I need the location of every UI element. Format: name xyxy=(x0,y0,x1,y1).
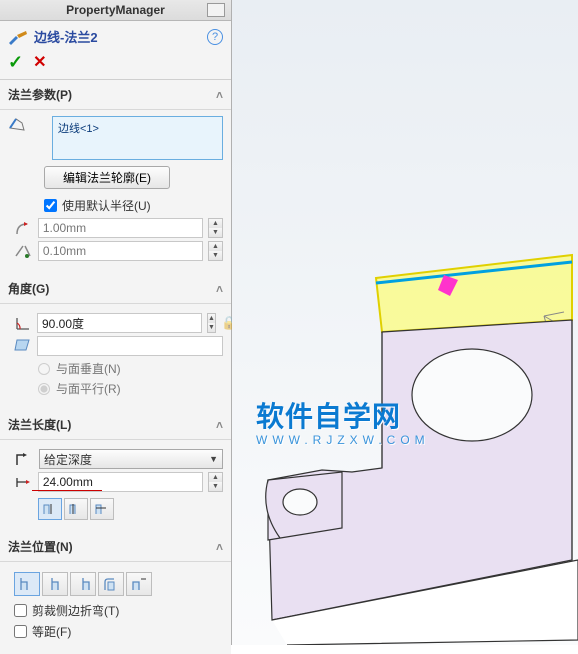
edit-flange-profile-button[interactable]: 编辑法兰轮廓(E) xyxy=(44,166,170,189)
end-condition-icon xyxy=(14,450,34,468)
collapse-icon: ˄ xyxy=(216,418,223,432)
section-position-head[interactable]: 法兰位置(N) ˄ xyxy=(0,532,231,562)
parallel-radio-input[interactable] xyxy=(38,383,50,395)
length-value-row: ▲▼ xyxy=(14,472,223,492)
angle-row: ▲▼ 🔒 xyxy=(14,313,223,333)
edge-selection-list[interactable]: 边线<1> xyxy=(52,116,223,160)
section-position-body: 剪裁侧边折弯(T) 等距(F) xyxy=(0,562,231,654)
edge-flange-icon xyxy=(8,29,28,45)
equal-offset-input[interactable] xyxy=(14,625,27,638)
help-icon[interactable]: ? xyxy=(207,29,223,45)
length-icon xyxy=(14,473,33,491)
feature-title: 边线-法兰2 xyxy=(34,27,98,46)
section-angle-body: ▲▼ 🔒 与面垂直(N) 与面平行(R) xyxy=(0,304,231,410)
watermark-main: 软件自学网 xyxy=(256,401,401,432)
angle-face-input[interactable] xyxy=(37,336,223,356)
collapse-icon: ˄ xyxy=(216,282,223,296)
cancel-button[interactable]: ✕ xyxy=(33,52,46,73)
length-input[interactable] xyxy=(38,472,203,492)
pin-icon[interactable] xyxy=(207,3,225,17)
dropdown-arrow-icon: ▼ xyxy=(209,454,218,464)
trim-side-bends-label: 剪裁侧边折弯(T) xyxy=(32,602,119,619)
face-ref-icon xyxy=(14,337,32,356)
pm-header: PropertyManager xyxy=(0,0,231,21)
watermark-sub: WWW.RJZXW.COM xyxy=(256,433,430,447)
length-from-inner-button[interactable] xyxy=(64,498,88,520)
position-virtual-outside-button[interactable] xyxy=(98,572,124,596)
section-angle-title: 角度(G) xyxy=(8,280,49,297)
angle-face-row xyxy=(14,336,223,356)
section-angle-head[interactable]: 角度(G) ˄ xyxy=(0,274,231,304)
position-bend-outside-button[interactable] xyxy=(70,572,96,596)
length-from-tangent-button[interactable] xyxy=(90,498,114,520)
equal-offset-label: 等距(F) xyxy=(32,623,71,640)
edge-icon xyxy=(8,116,26,132)
section-position-title: 法兰位置(N) xyxy=(8,538,73,555)
section-length-head[interactable]: 法兰长度(L) ˄ xyxy=(0,410,231,440)
perpendicular-label: 与面垂直(N) xyxy=(56,360,121,377)
trim-side-bends-input[interactable] xyxy=(14,604,27,617)
gap-distance-icon xyxy=(14,242,33,260)
ok-cancel-row: ✓ ✕ xyxy=(0,48,231,80)
section-length-body: 给定深度 ▼ ▲▼ xyxy=(0,440,231,532)
length-from-outer-button[interactable] xyxy=(38,498,62,520)
perpendicular-radio[interactable]: 与面垂直(N) xyxy=(38,360,223,377)
use-default-radius-label: 使用默认半径(U) xyxy=(62,197,151,214)
parallel-radio[interactable]: 与面平行(R) xyxy=(38,380,223,397)
end-condition-value: 给定深度 xyxy=(44,451,92,468)
edge-item[interactable]: 边线<1> xyxy=(58,120,217,136)
property-manager-panel: PropertyManager 边线-法兰2 ? ✓ ✕ 法兰参数(P) ˄ 边… xyxy=(0,0,232,645)
section-flange-params-title: 法兰参数(P) xyxy=(8,86,72,103)
angle-spinner[interactable]: ▲▼ xyxy=(207,313,216,333)
parallel-label: 与面平行(R) xyxy=(56,380,121,397)
3d-viewport[interactable]: 软件自学网 WWW.RJZXW.COM xyxy=(232,0,578,645)
position-material-inside-button[interactable] xyxy=(14,572,40,596)
ok-button[interactable]: ✓ xyxy=(8,52,23,73)
equal-offset-checkbox[interactable]: 等距(F) xyxy=(14,623,223,640)
bend-radius-input[interactable] xyxy=(38,218,203,238)
gap-distance-row: ▲▼ xyxy=(14,241,223,261)
use-default-radius-checkbox[interactable]: 使用默认半径(U) xyxy=(44,197,223,214)
section-length-title: 法兰长度(L) xyxy=(8,416,71,433)
length-spinner[interactable]: ▲▼ xyxy=(208,472,223,492)
end-condition-combo[interactable]: 给定深度 ▼ xyxy=(39,449,223,469)
section-flange-params-body: 边线<1> 编辑法兰轮廓(E) 使用默认半径(U) ▲▼ ▲▼ xyxy=(0,110,231,274)
angle-input[interactable] xyxy=(37,313,202,333)
pm-title: PropertyManager xyxy=(24,3,207,17)
watermark: 软件自学网 WWW.RJZXW.COM xyxy=(256,395,430,447)
bend-radius-row: ▲▼ xyxy=(14,218,223,238)
bend-radius-icon xyxy=(14,219,33,237)
use-default-radius-input[interactable] xyxy=(44,199,57,212)
perpendicular-radio-input[interactable] xyxy=(38,363,50,375)
angle-icon xyxy=(14,314,32,332)
length-from-row xyxy=(38,498,223,520)
position-material-outside-button[interactable] xyxy=(42,572,68,596)
gap-distance-input[interactable] xyxy=(38,241,203,261)
end-condition-row: 给定深度 ▼ xyxy=(14,449,223,469)
feature-title-row: 边线-法兰2 ? xyxy=(0,21,231,48)
collapse-icon: ˄ xyxy=(216,88,223,102)
annotation-underline xyxy=(32,490,102,491)
trim-side-bends-checkbox[interactable]: 剪裁侧边折弯(T) xyxy=(14,602,223,619)
sheet-metal-part xyxy=(232,0,578,645)
collapse-icon: ˄ xyxy=(216,540,223,554)
angle-radio-group: 与面垂直(N) 与面平行(R) xyxy=(38,360,223,397)
section-flange-params-head[interactable]: 法兰参数(P) ˄ xyxy=(0,80,231,110)
position-buttons-row xyxy=(14,572,223,596)
position-bend-offset-button[interactable] xyxy=(126,572,152,596)
gap-distance-spinner[interactable]: ▲▼ xyxy=(208,241,223,261)
bend-radius-spinner[interactable]: ▲▼ xyxy=(208,218,223,238)
